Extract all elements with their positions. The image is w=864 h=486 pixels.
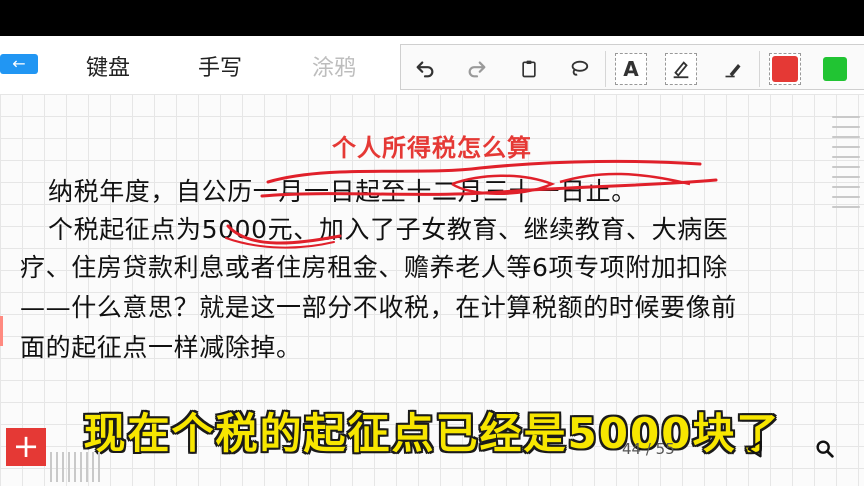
eraser-button[interactable] <box>717 53 749 85</box>
color-picker-secondary[interactable] <box>819 53 851 85</box>
document-line: 个税起征点为5000元、加入了子女教育、继续教育、大病医 <box>48 215 729 244</box>
document-title: 个人所得税怎么算 <box>332 134 532 162</box>
redo-button[interactable] <box>461 53 493 85</box>
toolbar: ← 键盘 手写 涂鸦 A <box>0 36 864 94</box>
toolbar-divider <box>605 51 606 87</box>
text-tool-button[interactable]: A <box>615 53 647 85</box>
document-line: 面的起征点一样减除掉。 <box>20 333 302 362</box>
clipboard-button[interactable] <box>513 53 545 85</box>
document-line: ——什么意思？就是这一部分不收税，在计算税额的时候要像前 <box>20 293 737 322</box>
color-picker-primary[interactable] <box>769 53 801 85</box>
search-icon <box>816 440 834 458</box>
triangle-back-icon <box>747 440 762 458</box>
video-subtitle: 现在个税的起征点已经是5000块了 <box>83 409 781 458</box>
pen-icon <box>673 61 689 79</box>
text-tool-label: A <box>623 57 639 81</box>
notes-app: ← 键盘 手写 涂鸦 A 个人所得税怎么算 纳税年度，自公历一月一日起至十二月三… <box>0 36 864 486</box>
red-swatch <box>772 56 798 82</box>
back-nav-button[interactable] <box>740 434 770 464</box>
redo-icon <box>468 61 486 78</box>
back-button[interactable]: ← <box>0 54 38 74</box>
undo-icon <box>416 61 434 78</box>
lasso-icon <box>571 60 589 76</box>
tab-keyboard[interactable]: 键盘 <box>86 50 130 82</box>
search-button[interactable] <box>810 434 840 464</box>
clipboard-icon <box>522 60 536 78</box>
page-counter: 44 / 55 <box>622 440 675 458</box>
add-page-button[interactable]: + <box>6 428 46 466</box>
arrow-left-icon: ← <box>12 54 26 73</box>
toolbar-divider <box>759 51 760 87</box>
pen-tool-button[interactable] <box>665 53 697 85</box>
tool-group: A <box>400 44 864 90</box>
plus-icon: + <box>12 427 40 465</box>
tab-doodle[interactable]: 涂鸦 <box>312 50 356 82</box>
video-letterbox-top <box>0 0 864 36</box>
undo-button[interactable] <box>409 53 441 85</box>
green-swatch <box>823 57 847 81</box>
lasso-button[interactable] <box>563 53 595 85</box>
document-line: 疗、住房贷款利息或者住房租金、赡养老人等6项专项附加扣除 <box>20 253 728 282</box>
margin-marker <box>0 316 3 346</box>
page-strip[interactable] <box>50 452 110 486</box>
tab-handwriting[interactable]: 手写 <box>198 50 242 82</box>
eraser-icon <box>725 64 741 78</box>
document-line: 纳税年度，自公历一月一日起至十二月三十一日止。 <box>48 177 637 206</box>
scroll-indicator[interactable] <box>832 116 862 216</box>
